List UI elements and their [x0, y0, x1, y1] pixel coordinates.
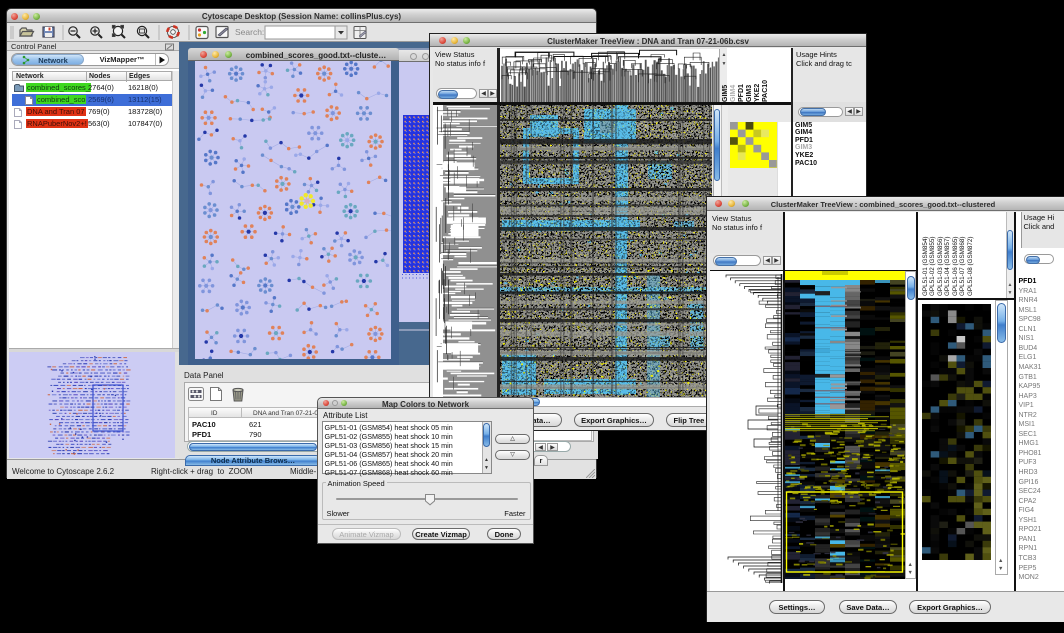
svg-text:Search:: Search: — [235, 27, 264, 37]
